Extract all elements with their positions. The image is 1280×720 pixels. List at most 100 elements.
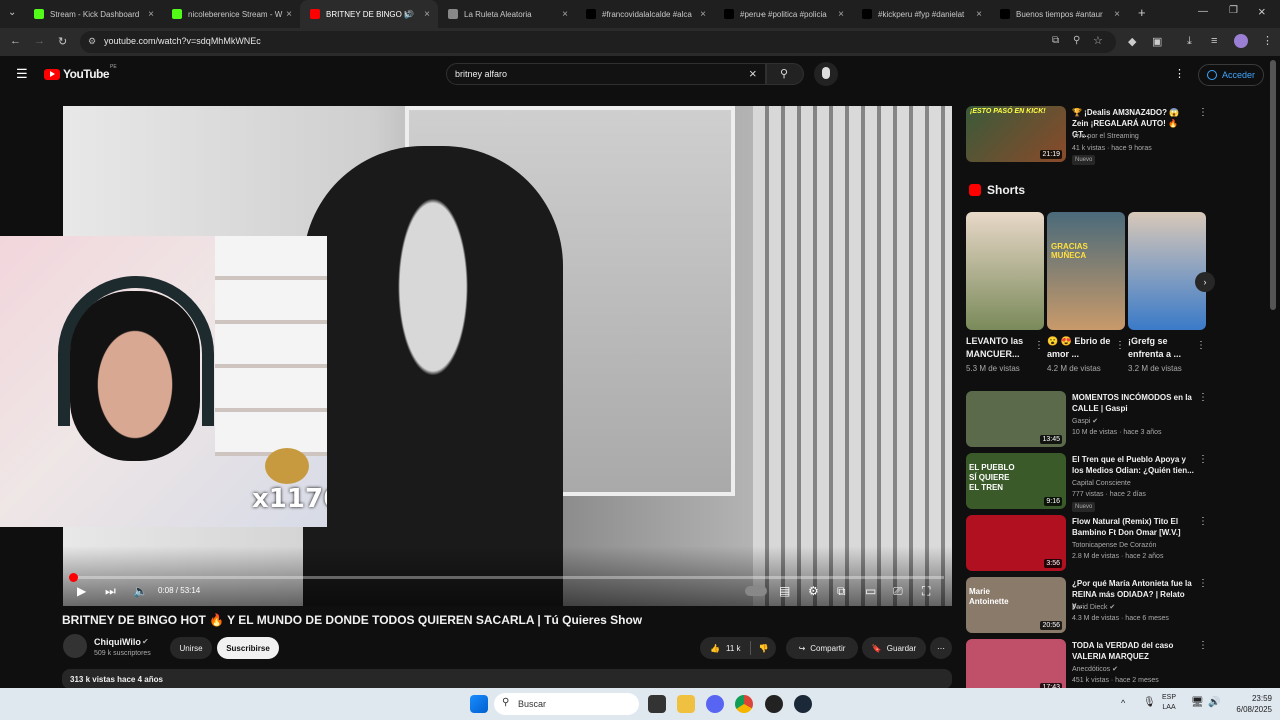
browser-tab[interactable]: BRITNEY DE BINGO H 🔊 × bbox=[300, 0, 438, 28]
fullscreen-icon[interactable]: ⛶ bbox=[922, 584, 930, 599]
tab-close-icon[interactable]: × bbox=[424, 9, 430, 20]
subtitles-icon[interactable]: ▤ bbox=[779, 584, 790, 598]
omnibox[interactable]: ⚙ youtube.com/watch?v=sdqMhMkWNEc ⧉ ⚲ ☆ bbox=[80, 31, 1116, 53]
related-video-channel[interactable]: Totonicapense De Corazón bbox=[1072, 540, 1156, 551]
taskbar-clock[interactable]: 23:59 6/08/2025 bbox=[1228, 693, 1272, 715]
tray-chevron-icon[interactable]: ^ bbox=[1121, 698, 1125, 708]
language-indicator[interactable]: ESP LAA bbox=[1162, 693, 1176, 713]
tab-close-icon[interactable]: × bbox=[1114, 9, 1120, 20]
site-info-icon[interactable]: ⚙ bbox=[88, 36, 96, 47]
related-video-thumbnail[interactable]: EL PUEBLO SÍ QUIERE EL TREN 9:16 bbox=[966, 453, 1066, 509]
restore-icon[interactable]: ❐ bbox=[1229, 5, 1238, 16]
url-text[interactable]: youtube.com/watch?v=sdqMhMkWNEc bbox=[104, 36, 261, 46]
reload-icon[interactable]: ↻ bbox=[58, 35, 67, 48]
search-button[interactable]: ⚲ bbox=[766, 63, 804, 85]
tray-mic-icon[interactable]: 🎙 bbox=[1143, 697, 1156, 708]
related-video-channel[interactable]: Farid Dieck ✔ bbox=[1072, 602, 1115, 613]
tab-close-icon[interactable]: × bbox=[700, 9, 706, 20]
short-menu-icon[interactable]: ⋮ bbox=[1034, 340, 1044, 351]
obs-icon[interactable] bbox=[765, 695, 783, 713]
top-video-menu-icon[interactable]: ⋮ bbox=[1198, 107, 1208, 118]
short-menu-icon[interactable]: ⋮ bbox=[1196, 340, 1206, 351]
related-video-menu-icon[interactable]: ⋮ bbox=[1198, 640, 1208, 651]
related-video-channel[interactable]: Gaspi ✔ bbox=[1072, 416, 1098, 427]
profile-avatar[interactable] bbox=[1234, 34, 1248, 48]
browser-menu-icon[interactable]: ⋮ bbox=[1262, 34, 1273, 47]
thumbs-down-icon[interactable]: 👎 bbox=[759, 644, 769, 653]
top-video-thumbnail[interactable]: ¡ESTO PASÓ EN KICK! 21:19 bbox=[966, 106, 1066, 162]
volume-icon[interactable]: 🔈 bbox=[133, 584, 148, 598]
related-video-thumbnail[interactable]: 3:56 bbox=[966, 515, 1066, 571]
page-scrollbar[interactable] bbox=[1270, 60, 1276, 310]
settings-kebab-icon[interactable]: ⋮ bbox=[1174, 67, 1185, 80]
speaker-icon[interactable]: 🔊 bbox=[1208, 697, 1220, 708]
related-video-thumbnail[interactable]: Marie Antoinette 20:56 bbox=[966, 577, 1066, 633]
browser-tab[interactable]: Buenos tiempos #antaur × bbox=[990, 0, 1128, 28]
back-icon[interactable]: ← bbox=[10, 35, 21, 47]
steam-icon[interactable] bbox=[794, 695, 812, 713]
related-video-menu-icon[interactable]: ⋮ bbox=[1198, 578, 1208, 589]
next-icon[interactable]: ⏭ bbox=[105, 584, 116, 599]
top-video-channel[interactable]: Vivo por el Streaming bbox=[1072, 131, 1139, 142]
related-video-title[interactable]: Flow Natural (Remix) Tito El Bambino Ft … bbox=[1072, 516, 1197, 538]
related-video-channel[interactable]: Capital Consciente bbox=[1072, 478, 1131, 489]
tab-close-icon[interactable]: × bbox=[562, 9, 568, 20]
progress-bar[interactable] bbox=[69, 573, 944, 582]
windows-start-icon[interactable] bbox=[470, 695, 488, 713]
channel-name[interactable]: ChiquiWilo bbox=[94, 637, 141, 647]
short-title[interactable]: ¡Grefg se enfrenta a ... bbox=[1128, 335, 1194, 361]
sign-in-button[interactable]: Acceder bbox=[1198, 64, 1264, 86]
search-box[interactable]: britney alfaro × bbox=[446, 63, 766, 85]
share-button[interactable]: ↪ Compartir bbox=[786, 637, 858, 659]
clear-search-icon[interactable]: × bbox=[749, 66, 757, 81]
browser-tab[interactable]: Stream - Kick Dashboard × bbox=[24, 0, 162, 28]
related-video-title[interactable]: TODA la VERDAD del caso VALERIA MARQUEZ bbox=[1072, 640, 1197, 662]
short-thumbnail[interactable] bbox=[966, 212, 1044, 330]
description-box[interactable]: 313 k vistas hace 4 años bbox=[62, 669, 952, 689]
miniplayer-icon[interactable]: ⧉ bbox=[837, 584, 846, 599]
bookmark-star-icon[interactable]: ☆ bbox=[1093, 34, 1103, 47]
browser-tab[interactable]: La Ruleta Aleatoria × bbox=[438, 0, 576, 28]
extensions-puzzle-icon[interactable]: ▣ bbox=[1152, 35, 1162, 48]
channel-avatar[interactable] bbox=[63, 634, 87, 658]
browser-tab[interactable]: #peruҽ #politica #policia × bbox=[714, 0, 852, 28]
related-video-title[interactable]: El Tren que el Pueblo Apoya y los Medios… bbox=[1072, 454, 1197, 476]
more-actions-button[interactable]: ⋯ bbox=[930, 637, 952, 659]
window-close-icon[interactable]: × bbox=[1258, 4, 1266, 19]
voice-search-button[interactable] bbox=[814, 62, 838, 86]
reading-list-icon[interactable]: ≡ bbox=[1211, 35, 1217, 47]
tab-close-icon[interactable]: × bbox=[286, 9, 292, 20]
like-button[interactable]: 👍 11 k 👎 bbox=[700, 637, 776, 659]
chrome-icon[interactable] bbox=[735, 695, 753, 713]
cast-icon[interactable]: ⧉ bbox=[1052, 35, 1059, 46]
join-button[interactable]: Unirse bbox=[170, 637, 212, 659]
hamburger-menu-icon[interactable]: ☰ bbox=[16, 66, 28, 82]
task-view-icon[interactable] bbox=[648, 695, 666, 713]
zoom-icon[interactable]: ⚲ bbox=[1073, 35, 1080, 46]
discord-icon[interactable] bbox=[706, 695, 724, 713]
short-menu-icon[interactable]: ⋮ bbox=[1115, 340, 1125, 351]
save-button[interactable]: 🔖 Guardar bbox=[862, 637, 926, 659]
search-input[interactable]: britney alfaro bbox=[455, 69, 507, 79]
tab-close-icon[interactable]: × bbox=[976, 9, 982, 20]
browser-tab[interactable]: #kickperu #fyp #danielat × bbox=[852, 0, 990, 28]
settings-gear-icon[interactable]: ⚙ bbox=[808, 584, 819, 598]
tab-list-icon[interactable]: ⌄ bbox=[8, 7, 16, 18]
shorts-next-icon[interactable]: › bbox=[1195, 272, 1215, 292]
tab-audio-icon[interactable]: 🔊 bbox=[404, 10, 414, 19]
theater-mode-icon[interactable]: ▭ bbox=[865, 584, 876, 598]
file-explorer-icon[interactable] bbox=[677, 695, 695, 713]
short-title[interactable]: 😮 😍 Ebrio de amor ... bbox=[1047, 335, 1113, 361]
related-video-title[interactable]: MOMENTOS INCÓMODOS en la CALLE | Gaspi bbox=[1072, 392, 1197, 414]
short-title[interactable]: LEVANTO las MANCUER... bbox=[966, 335, 1032, 361]
autoplay-toggle[interactable] bbox=[745, 586, 767, 596]
cast-player-icon[interactable]: ⎚ bbox=[893, 584, 903, 599]
minimize-icon[interactable]: — bbox=[1198, 6, 1208, 17]
related-video-menu-icon[interactable]: ⋮ bbox=[1198, 392, 1208, 403]
play-icon[interactable]: ▶ bbox=[77, 584, 86, 598]
youtube-logo[interactable]: YouTube PE bbox=[44, 64, 117, 81]
network-icon[interactable]: 🖥 bbox=[1191, 697, 1204, 708]
taskbar-search[interactable]: ⚲ Buscar bbox=[494, 693, 639, 715]
forward-icon[interactable]: → bbox=[34, 35, 45, 47]
browser-tab[interactable]: nicoleberenice Stream - W × bbox=[162, 0, 300, 28]
